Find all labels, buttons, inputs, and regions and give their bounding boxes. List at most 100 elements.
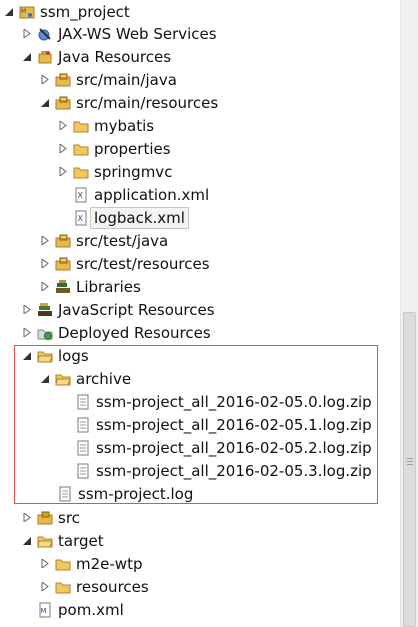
tree-item-label: src bbox=[58, 508, 80, 527]
tree-item-label: pom.xml bbox=[58, 600, 124, 619]
source-folder-icon bbox=[55, 233, 71, 249]
tree-item-javascript-resources[interactable]: JavaScript Resources bbox=[22, 298, 215, 321]
tree-item-label: m2e-wtp bbox=[76, 554, 143, 573]
folder-open-icon bbox=[55, 371, 71, 387]
text-file-icon bbox=[75, 394, 91, 410]
libraries-icon bbox=[55, 279, 71, 295]
collapsed-arrow-icon[interactable] bbox=[58, 144, 68, 154]
tree-item-pom-xml[interactable]: M pom.xml bbox=[37, 598, 124, 621]
tree-item-zip-file[interactable]: ssm-project_all_2016-02-05.1.log.zip bbox=[75, 413, 372, 436]
expanded-arrow-icon[interactable] bbox=[22, 351, 32, 361]
tree-item-springmvc[interactable]: springmvc bbox=[58, 160, 172, 183]
tree-item-deployed-resources[interactable]: Deployed Resources bbox=[22, 321, 211, 344]
tree-item-label: JAX-WS Web Services bbox=[58, 24, 217, 43]
tree-item-src-main-java[interactable]: src/main/java bbox=[40, 68, 177, 91]
xml-file-icon: X bbox=[73, 210, 89, 226]
tree-item-ssm-project[interactable]: M ssm_project bbox=[4, 0, 130, 23]
tree-item-m2e-wtp[interactable]: m2e-wtp bbox=[40, 552, 142, 575]
text-file-icon bbox=[75, 440, 91, 456]
grip-line bbox=[407, 461, 413, 462]
tree-item-src-test-java[interactable]: src/test/java bbox=[40, 229, 168, 252]
source-folder-icon bbox=[37, 510, 53, 526]
tree-item-label: src/main/java bbox=[76, 70, 177, 89]
scrollbar-thumb[interactable] bbox=[403, 312, 416, 627]
folder-icon bbox=[55, 556, 71, 572]
tree-item-src-main-resources[interactable]: src/main/resources bbox=[40, 91, 218, 114]
tree-item-label: ssm-project.log bbox=[78, 484, 194, 503]
tree-item-label: Deployed Resources bbox=[58, 323, 211, 342]
tree-item-jaxws-web-services[interactable]: JAX-WS Web Services bbox=[22, 22, 217, 45]
tree-item-label: archive bbox=[76, 369, 132, 388]
tree-item-libraries[interactable]: Libraries bbox=[40, 275, 141, 298]
source-folder-icon bbox=[55, 256, 71, 272]
tree-item-src[interactable]: src bbox=[22, 506, 80, 529]
tree-item-label: ssm-project_all_2016-02-05.1.log.zip bbox=[96, 415, 372, 434]
tree-item-ssm-project-log[interactable]: ssm-project.log bbox=[57, 482, 193, 505]
tree-item-label: ssm-project_all_2016-02-05.0.log.zip bbox=[96, 392, 372, 411]
tree-item-label: mybatis bbox=[94, 116, 155, 135]
svg-text:M: M bbox=[21, 8, 26, 15]
tree-item-properties[interactable]: properties bbox=[58, 137, 171, 160]
tree-item-label: application.xml bbox=[94, 185, 210, 204]
expanded-arrow-icon[interactable] bbox=[22, 52, 32, 62]
collapsed-arrow-icon[interactable] bbox=[22, 29, 32, 39]
source-folder-icon bbox=[55, 95, 71, 111]
project-explorer-tree: M ssm_project JAX-WS Web Services Java R… bbox=[0, 0, 400, 627]
svg-text:X: X bbox=[78, 214, 84, 223]
expanded-arrow-icon[interactable] bbox=[40, 98, 50, 108]
tree-item-label: properties bbox=[94, 139, 171, 158]
expanded-arrow-icon[interactable] bbox=[4, 7, 14, 17]
maven-project-icon: M bbox=[19, 4, 35, 20]
expanded-arrow-icon[interactable] bbox=[22, 536, 32, 546]
tree-item-resources[interactable]: resources bbox=[40, 575, 149, 598]
collapsed-arrow-icon[interactable] bbox=[40, 259, 50, 269]
grip-line bbox=[407, 458, 413, 459]
tree-item-logback-xml[interactable]: X logback.xml bbox=[73, 206, 189, 229]
tree-item-archive[interactable]: archive bbox=[40, 367, 131, 390]
tree-item-application-xml[interactable]: X application.xml bbox=[73, 183, 209, 206]
xml-file-icon: X bbox=[73, 187, 89, 203]
folder-icon bbox=[73, 141, 89, 157]
svg-text:M: M bbox=[41, 607, 47, 615]
tree-item-zip-file[interactable]: ssm-project_all_2016-02-05.0.log.zip bbox=[75, 390, 372, 413]
collapsed-arrow-icon[interactable] bbox=[22, 513, 32, 523]
source-folder-icon bbox=[55, 72, 71, 88]
folder-icon bbox=[55, 579, 71, 595]
tree-item-label: JavaScript Resources bbox=[58, 300, 215, 319]
tree-item-java-resources[interactable]: Java Resources bbox=[22, 45, 171, 68]
tree-item-label: target bbox=[58, 531, 104, 550]
collapsed-arrow-icon[interactable] bbox=[40, 559, 50, 569]
collapsed-arrow-icon[interactable] bbox=[22, 328, 32, 338]
collapsed-arrow-icon[interactable] bbox=[40, 236, 50, 246]
tree-item-logs[interactable]: logs bbox=[22, 344, 89, 367]
folder-icon bbox=[73, 118, 89, 134]
collapsed-arrow-icon[interactable] bbox=[22, 305, 32, 315]
tree-item-zip-file[interactable]: ssm-project_all_2016-02-05.2.log.zip bbox=[75, 436, 372, 459]
collapsed-arrow-icon[interactable] bbox=[40, 282, 50, 292]
vertical-scrollbar[interactable] bbox=[400, 0, 418, 627]
folder-open-icon bbox=[37, 533, 53, 549]
collapsed-arrow-icon[interactable] bbox=[40, 75, 50, 85]
maven-pom-icon: M bbox=[37, 602, 53, 618]
svg-text:X: X bbox=[78, 191, 84, 200]
tree-item-label: logs bbox=[58, 346, 89, 365]
collapsed-arrow-icon[interactable] bbox=[40, 582, 50, 592]
folder-icon bbox=[73, 164, 89, 180]
tree-item-mybatis[interactable]: mybatis bbox=[58, 114, 154, 137]
deployed-resources-icon bbox=[37, 325, 53, 341]
tree-item-label: ssm-project_all_2016-02-05.3.log.zip bbox=[96, 461, 372, 480]
text-file-icon bbox=[75, 463, 91, 479]
folder-open-icon bbox=[37, 348, 53, 364]
collapsed-arrow-icon[interactable] bbox=[58, 167, 68, 177]
tree-item-label: springmvc bbox=[94, 162, 173, 181]
tree-item-label: ssm_project bbox=[40, 2, 130, 21]
text-file-icon bbox=[75, 417, 91, 433]
tree-item-src-test-resources[interactable]: src/test/resources bbox=[40, 252, 210, 275]
javascript-resources-icon bbox=[37, 302, 53, 318]
tree-item-zip-file[interactable]: ssm-project_all_2016-02-05.3.log.zip bbox=[75, 459, 372, 482]
tree-item-target[interactable]: target bbox=[22, 529, 104, 552]
tree-item-label: resources bbox=[76, 577, 149, 596]
java-resources-icon bbox=[37, 49, 53, 65]
expanded-arrow-icon[interactable] bbox=[40, 374, 50, 384]
collapsed-arrow-icon[interactable] bbox=[58, 121, 68, 131]
